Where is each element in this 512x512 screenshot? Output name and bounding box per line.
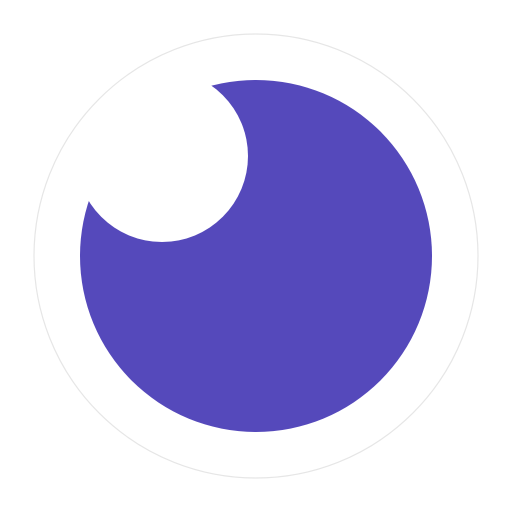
crescent-moon-icon <box>33 33 479 479</box>
moon-shape <box>80 80 432 432</box>
icon-canvas <box>0 0 512 512</box>
